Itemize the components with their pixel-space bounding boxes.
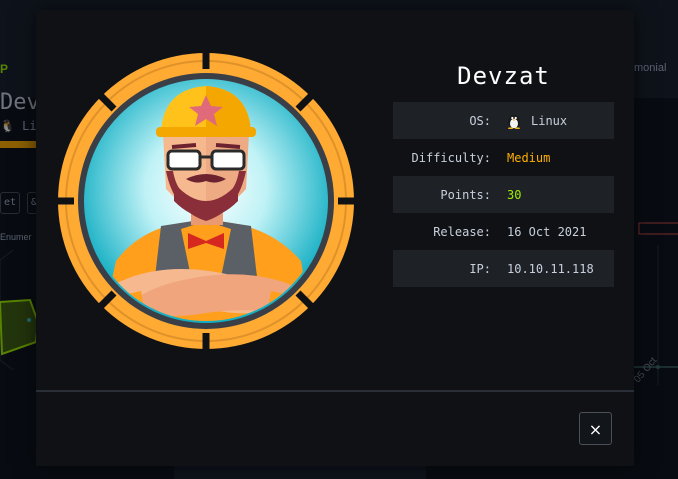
close-button[interactable]: × [579, 412, 612, 445]
machine-info-modal: Devzat OS: Linux Difficulty: Medium Poin… [36, 10, 634, 466]
modal-divider [36, 390, 634, 392]
info-row-points: Points: 30 [393, 176, 614, 213]
info-row-difficulty: Difficulty: Medium [393, 139, 614, 176]
os-value: Linux [507, 113, 567, 129]
linux-tux-icon [508, 114, 520, 129]
release-value: 16 Oct 2021 [507, 224, 587, 239]
difficulty-value: Medium [507, 150, 551, 165]
os-label: OS: [469, 113, 491, 128]
difficulty-label: Difficulty: [411, 150, 491, 165]
machine-info-table: OS: Linux Difficulty: Medium Points: 30 [393, 102, 614, 287]
ip-label: IP: [469, 261, 491, 276]
machine-name: Devzat [457, 62, 550, 90]
ip-value: 10.10.11.118 [507, 261, 594, 276]
info-row-release: Release: 16 Oct 2021 [393, 213, 614, 250]
points-value: 30 [507, 187, 522, 202]
info-row-os: OS: Linux [393, 102, 614, 139]
points-label: Points: [440, 187, 491, 202]
machine-avatar [56, 51, 356, 351]
os-value-text: Linux [531, 113, 568, 128]
release-label: Release: [433, 224, 491, 239]
info-row-ip: IP: 10.10.11.118 [393, 250, 614, 287]
